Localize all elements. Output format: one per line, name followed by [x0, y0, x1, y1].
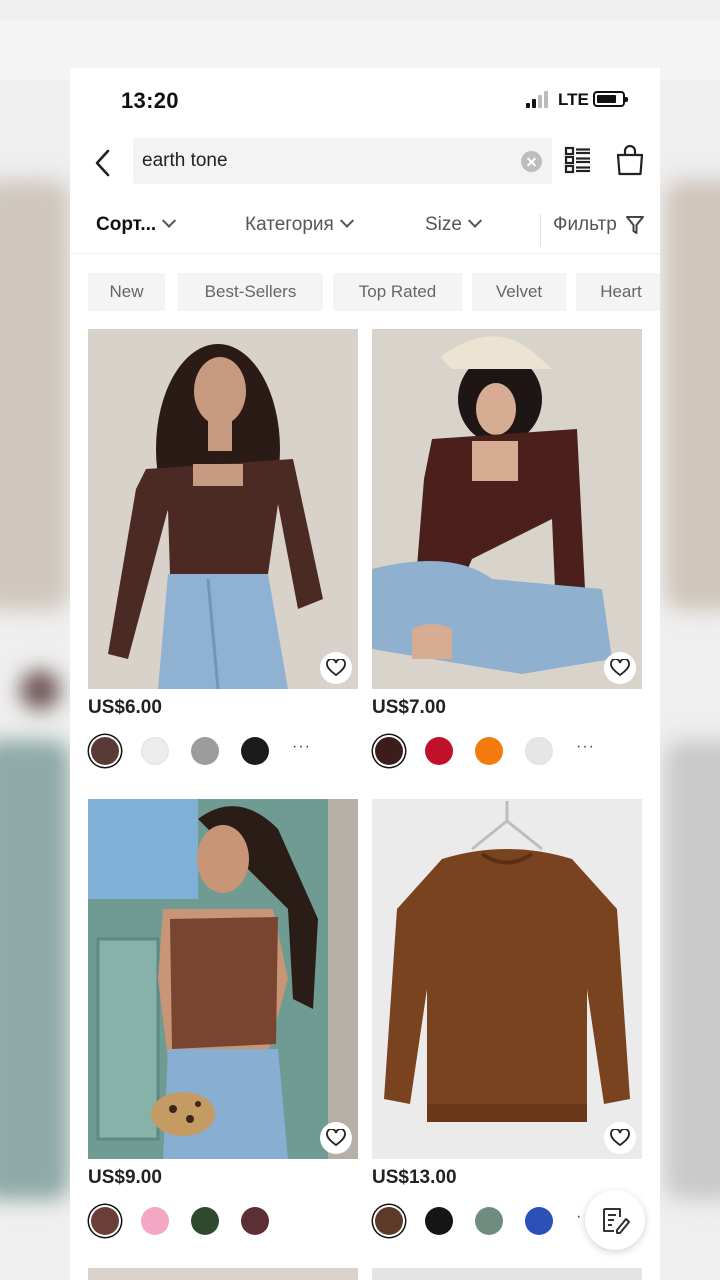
color-swatch[interactable] [425, 737, 453, 765]
color-swatch[interactable] [525, 737, 553, 765]
status-bar: 13:20 LTE [70, 68, 660, 130]
product-image[interactable] [88, 329, 358, 689]
product-image[interactable] [372, 329, 642, 689]
color-swatch[interactable] [191, 1207, 219, 1235]
product-card[interactable]: US$7.00 ··· [372, 329, 642, 765]
product-price: US$7.00 [372, 697, 446, 718]
signal-icon [526, 90, 550, 108]
product-price: US$13.00 [372, 1167, 457, 1188]
more-colors-indicator[interactable]: ··· [576, 737, 595, 757]
sort-dropdown[interactable]: Сорт... [96, 213, 177, 236]
heart-icon [610, 1129, 630, 1147]
color-swatch[interactable] [191, 737, 219, 765]
color-swatch[interactable] [91, 737, 119, 765]
color-swatch[interactable] [525, 1207, 553, 1235]
color-swatch[interactable] [241, 737, 269, 765]
color-swatch[interactable] [475, 1207, 503, 1235]
color-swatch[interactable] [91, 1207, 119, 1235]
chevron-down-icon [162, 213, 177, 228]
chevron-down-icon [339, 213, 354, 228]
app-screen: 13:20 LTE earth tone Сорт... Категория S… [70, 68, 660, 1280]
color-swatch[interactable] [375, 1207, 403, 1235]
heart-icon [326, 659, 346, 677]
color-swatch[interactable] [475, 737, 503, 765]
product-card[interactable]: US$6.00 ··· [88, 329, 358, 765]
battery-icon [593, 91, 628, 107]
category-label: Категория [245, 214, 334, 235]
chevron-left-icon[interactable] [90, 148, 116, 178]
sort-label: Сорт... [96, 214, 157, 235]
tag-chip[interactable]: New [88, 273, 165, 311]
next-product-preview [372, 1268, 642, 1280]
color-swatches: ··· [88, 737, 358, 765]
shopping-bag-icon[interactable] [615, 144, 645, 176]
color-swatch[interactable] [141, 1207, 169, 1235]
search-input[interactable]: earth tone [133, 138, 552, 184]
wishlist-button[interactable] [604, 1122, 636, 1154]
heart-icon [610, 659, 630, 677]
product-price: US$6.00 [88, 697, 162, 718]
color-swatches [88, 1207, 358, 1235]
product-photo [88, 329, 358, 689]
clear-x-icon[interactable] [521, 151, 542, 172]
filter-label: Фильтр [553, 214, 617, 235]
wishlist-button[interactable] [604, 652, 636, 684]
wishlist-button[interactable] [320, 1122, 352, 1154]
color-swatch[interactable] [425, 1207, 453, 1235]
size-label: Size [425, 214, 462, 235]
more-colors-indicator[interactable]: ··· [292, 737, 311, 757]
next-product-preview [88, 1268, 358, 1280]
feedback-button[interactable] [585, 1190, 645, 1250]
product-photo [88, 799, 358, 1159]
color-swatches: ··· [372, 737, 642, 765]
funnel-icon [625, 216, 644, 234]
heart-icon [326, 1129, 346, 1147]
size-dropdown[interactable]: Size [425, 213, 483, 236]
product-price: US$9.00 [88, 1167, 162, 1188]
product-card[interactable]: US$9.00 [88, 799, 358, 1235]
category-dropdown[interactable]: Категория [245, 213, 354, 236]
search-query: earth tone [142, 150, 228, 171]
filter-button[interactable]: Фильтр [553, 214, 645, 236]
tag-chip[interactable]: Best-Sellers [178, 273, 323, 311]
tag-chip[interactable]: Velvet [472, 273, 566, 311]
divider [540, 214, 541, 246]
color-swatch[interactable] [141, 737, 169, 765]
tag-chip[interactable]: Heart [576, 273, 660, 311]
chevron-down-icon [467, 213, 483, 228]
edit-note-icon [603, 1208, 630, 1234]
tag-chips: New Best-Sellers Top Rated Velvet Heart [88, 273, 660, 311]
list-view-icon[interactable] [564, 146, 592, 174]
product-photo [372, 329, 642, 689]
more-colors-indicator[interactable]: · [576, 1207, 582, 1227]
tag-chip[interactable]: Top Rated [333, 273, 462, 311]
product-photo [372, 799, 642, 1159]
wishlist-button[interactable] [320, 652, 352, 684]
color-swatch[interactable] [241, 1207, 269, 1235]
filter-bar: Сорт... Категория Size Фильтр [70, 204, 660, 254]
network-label: LTE [558, 90, 589, 109]
product-card[interactable]: US$13.00 · [372, 799, 642, 1235]
product-image[interactable] [88, 799, 358, 1159]
status-time: 13:20 [121, 88, 179, 113]
product-image[interactable] [372, 799, 642, 1159]
color-swatch[interactable] [375, 737, 403, 765]
search-header: earth tone [70, 136, 660, 188]
